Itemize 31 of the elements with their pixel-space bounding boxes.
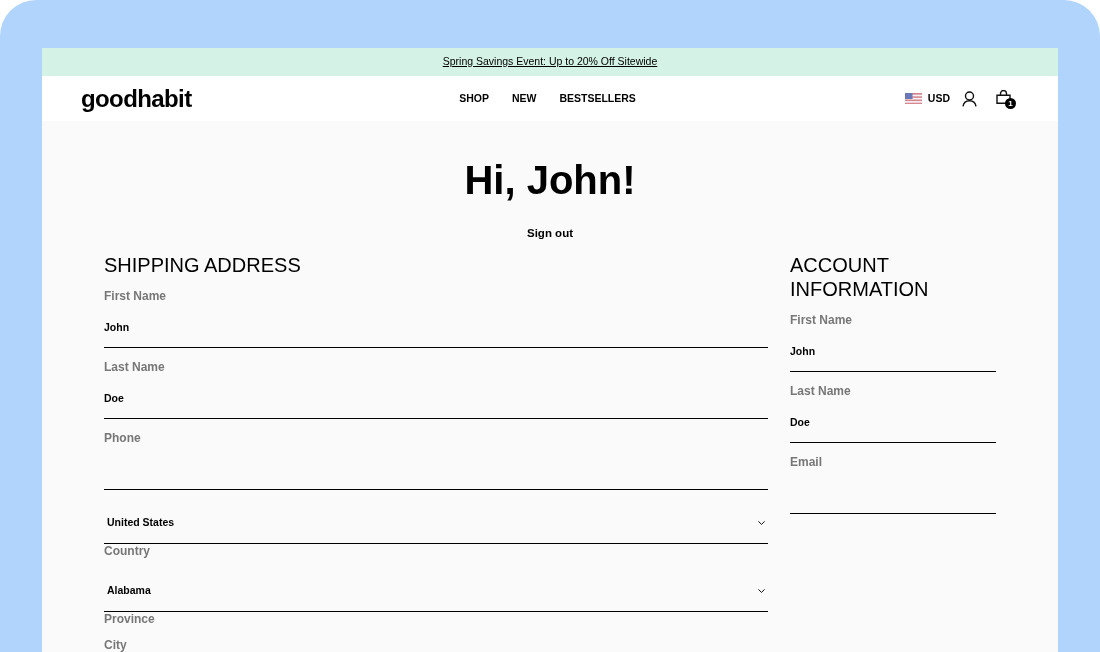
nav-link[interactable]: NEW	[511, 90, 537, 107]
chevron-down-icon	[758, 588, 765, 593]
field-label: Last Name	[104, 360, 165, 374]
flag-icon	[904, 93, 922, 104]
text-input[interactable]: Doe	[104, 374, 768, 419]
section-heading: ACCOUNT INFORMATION	[790, 253, 930, 301]
field-label: First Name	[790, 313, 853, 327]
field-label: Email	[790, 455, 822, 469]
promo-banner-link[interactable]: Spring Savings Event: Up to 20% Off Sitewide	[442, 54, 658, 70]
cart-count-badge: 1	[1005, 98, 1016, 109]
field-label: Province	[104, 612, 155, 626]
field-label: Country	[104, 544, 150, 558]
greeting-heading: Hi, John!	[464, 157, 636, 204]
section-heading: SHIPPING ADDRESS	[104, 253, 301, 277]
text-input[interactable]: Doe	[790, 398, 996, 443]
sign-out-link[interactable]: Sign out	[527, 225, 573, 241]
field-label: Last Name	[790, 384, 851, 398]
shopping-bag-icon[interactable]	[996, 90, 1011, 104]
text-input[interactable]: John	[790, 327, 996, 372]
nav-link[interactable]: BESTSELLERS	[559, 90, 636, 107]
dropdown-select[interactable]: Alabama	[104, 570, 768, 612]
dropdown-select[interactable]: United States	[104, 502, 768, 544]
chevron-down-icon	[758, 520, 765, 525]
user-icon[interactable]	[962, 90, 977, 107]
field-label: Phone	[104, 431, 141, 445]
field-label: First Name	[104, 289, 167, 303]
currency-selector[interactable]: USD	[927, 90, 950, 107]
logo[interactable]: goodhabit	[81, 86, 192, 111]
text-input[interactable]: John	[104, 303, 768, 348]
nav-link[interactable]: SHOP	[459, 90, 489, 107]
field-label: City	[104, 638, 127, 652]
